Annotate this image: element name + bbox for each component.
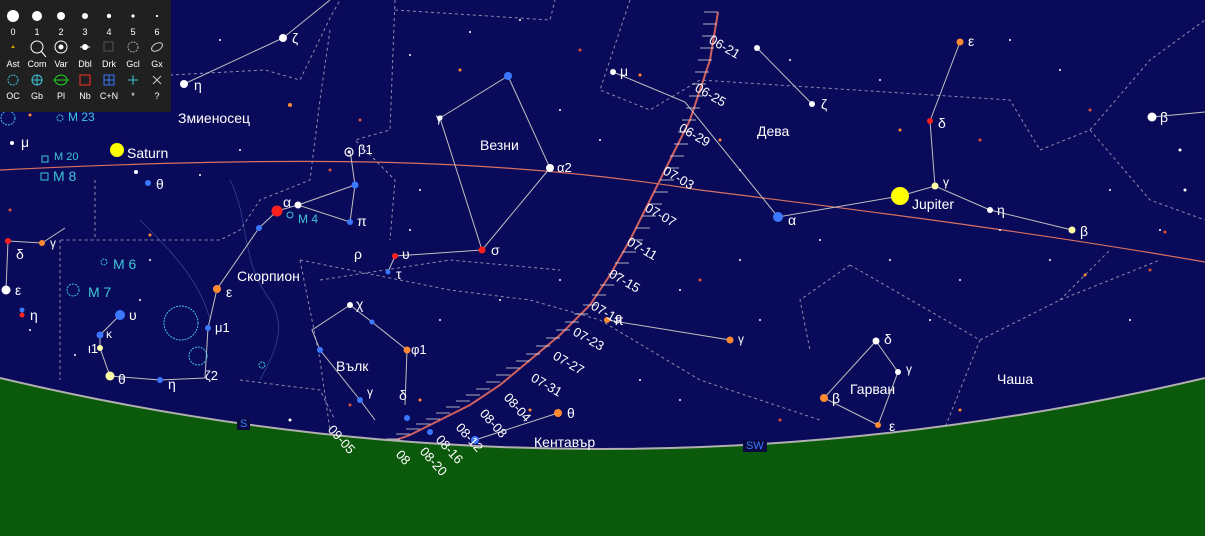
star-label: η bbox=[194, 77, 202, 93]
ecliptic-line bbox=[0, 160, 1205, 263]
star-label: α bbox=[788, 212, 797, 228]
star-label: ζ2 bbox=[205, 368, 218, 383]
star-label: β bbox=[1160, 109, 1169, 125]
star-label: θ bbox=[567, 405, 575, 421]
legend-open-cluster: OC bbox=[6, 91, 20, 101]
star-label: σ bbox=[491, 242, 500, 258]
legend-unknown: ? bbox=[154, 91, 160, 101]
legend-mag-1: 1 bbox=[34, 27, 40, 37]
legend-galaxy: Gx bbox=[151, 59, 163, 69]
star-label: δ bbox=[399, 387, 407, 403]
label-centaurus: Кентавър bbox=[534, 434, 596, 450]
star-label: γ bbox=[738, 332, 744, 346]
star-label: δ bbox=[16, 246, 24, 262]
star-label: ε bbox=[968, 33, 975, 49]
legend-nebula: Nb bbox=[79, 91, 91, 101]
star-label: η bbox=[997, 202, 1005, 218]
legend-panel[interactable]: 0 1 2 3 4 5 6 Ast Com Var Dbl Drk Gcl Gx… bbox=[0, 0, 171, 112]
star-label: ε bbox=[889, 418, 896, 434]
jupiter-marker[interactable] bbox=[891, 187, 909, 205]
legend-mag-2: 2 bbox=[58, 27, 64, 37]
label-corvus: Гарван bbox=[850, 381, 896, 397]
label-libra: Везни bbox=[480, 137, 519, 153]
compass-south[interactable]: S bbox=[237, 418, 251, 430]
star-label: η bbox=[30, 307, 38, 323]
label-m8: M 8 bbox=[53, 168, 77, 184]
star-label: α2 bbox=[557, 160, 572, 175]
star-label: ι1 bbox=[88, 341, 99, 356]
star-label: υ bbox=[129, 307, 137, 323]
star-label: π bbox=[357, 213, 367, 229]
star-label: β bbox=[1080, 223, 1089, 239]
legend-mag-4: 4 bbox=[106, 27, 112, 37]
label-virgo: Дева bbox=[757, 123, 790, 139]
label-crater: Чаша bbox=[997, 371, 1034, 387]
sky-chart[interactable]: Змиеносец Везни Дева Скорпион Вълк Кента… bbox=[0, 0, 1205, 536]
star-label: χ bbox=[356, 296, 364, 312]
saturn-marker[interactable] bbox=[110, 143, 124, 157]
star-label: κ bbox=[106, 327, 112, 341]
label-jupiter[interactable]: Jupiter bbox=[912, 196, 954, 212]
label-ophiuchus: Змиеносец bbox=[178, 110, 251, 126]
sky-map-canvas bbox=[0, 0, 1205, 536]
star-label: η bbox=[168, 376, 176, 392]
star-label: ρ bbox=[354, 246, 362, 262]
legend-double: Dbl bbox=[78, 59, 92, 69]
star-label: θ bbox=[156, 176, 164, 192]
red-stars bbox=[8, 48, 1167, 422]
star-label: γ bbox=[906, 362, 912, 376]
legend-mag-3: 3 bbox=[82, 27, 88, 37]
constellation-boundaries bbox=[59, 0, 1205, 441]
legend-globular-b: Gb bbox=[30, 91, 43, 101]
star-label: τ bbox=[396, 266, 402, 282]
compass-southwest[interactable]: SW bbox=[743, 440, 767, 452]
legend-star: * bbox=[131, 91, 135, 101]
label-scorpius: Скорпион bbox=[237, 268, 300, 284]
star-label: δ bbox=[938, 115, 946, 131]
legend-asteroid: Ast bbox=[6, 59, 20, 69]
label-m7: M 7 bbox=[88, 284, 112, 300]
legend-mag-5: 5 bbox=[130, 27, 136, 37]
star-label: γ bbox=[436, 111, 442, 125]
horizon-ground bbox=[0, 378, 1205, 536]
star-label: ζ bbox=[292, 30, 299, 46]
star-label: θ bbox=[118, 371, 126, 387]
star-label: μ bbox=[620, 63, 629, 79]
star-label: ε bbox=[226, 284, 233, 300]
star-label: ε bbox=[15, 282, 22, 298]
legend-globular: Gcl bbox=[126, 59, 140, 69]
label-lupus: Вълк bbox=[336, 358, 369, 374]
star-label: γ bbox=[50, 236, 56, 250]
label-m4: M 4 bbox=[298, 212, 319, 226]
legend-cluster-nebula: C+N bbox=[99, 91, 119, 101]
legend-dark-nebula: Drk bbox=[102, 59, 116, 69]
star-label: φ1 bbox=[411, 342, 427, 357]
star-label: α bbox=[283, 194, 292, 210]
label-saturn[interactable]: Saturn bbox=[127, 145, 168, 161]
legend-planetary: Pl bbox=[56, 91, 65, 101]
label-m20: M 20 bbox=[54, 151, 79, 163]
star-label: υ bbox=[402, 246, 410, 262]
star-label: μ1 bbox=[215, 320, 230, 335]
label-m23: M 23 bbox=[68, 110, 95, 124]
star-label: μ bbox=[21, 134, 30, 150]
legend-comet: Com bbox=[27, 59, 47, 69]
star-label: γ bbox=[943, 175, 949, 189]
legend-variable: Var bbox=[54, 59, 68, 69]
star-label: δ bbox=[884, 331, 892, 347]
label-m6: M 6 bbox=[113, 256, 137, 272]
background-stars bbox=[29, 19, 1187, 422]
star-label: β1 bbox=[358, 142, 373, 157]
star-label: γ bbox=[367, 385, 373, 399]
legend-mag-6: 6 bbox=[154, 27, 160, 37]
star-label: β bbox=[832, 390, 841, 406]
legend-mag-0: 0 bbox=[10, 27, 16, 37]
star-label: ζ bbox=[821, 96, 828, 112]
